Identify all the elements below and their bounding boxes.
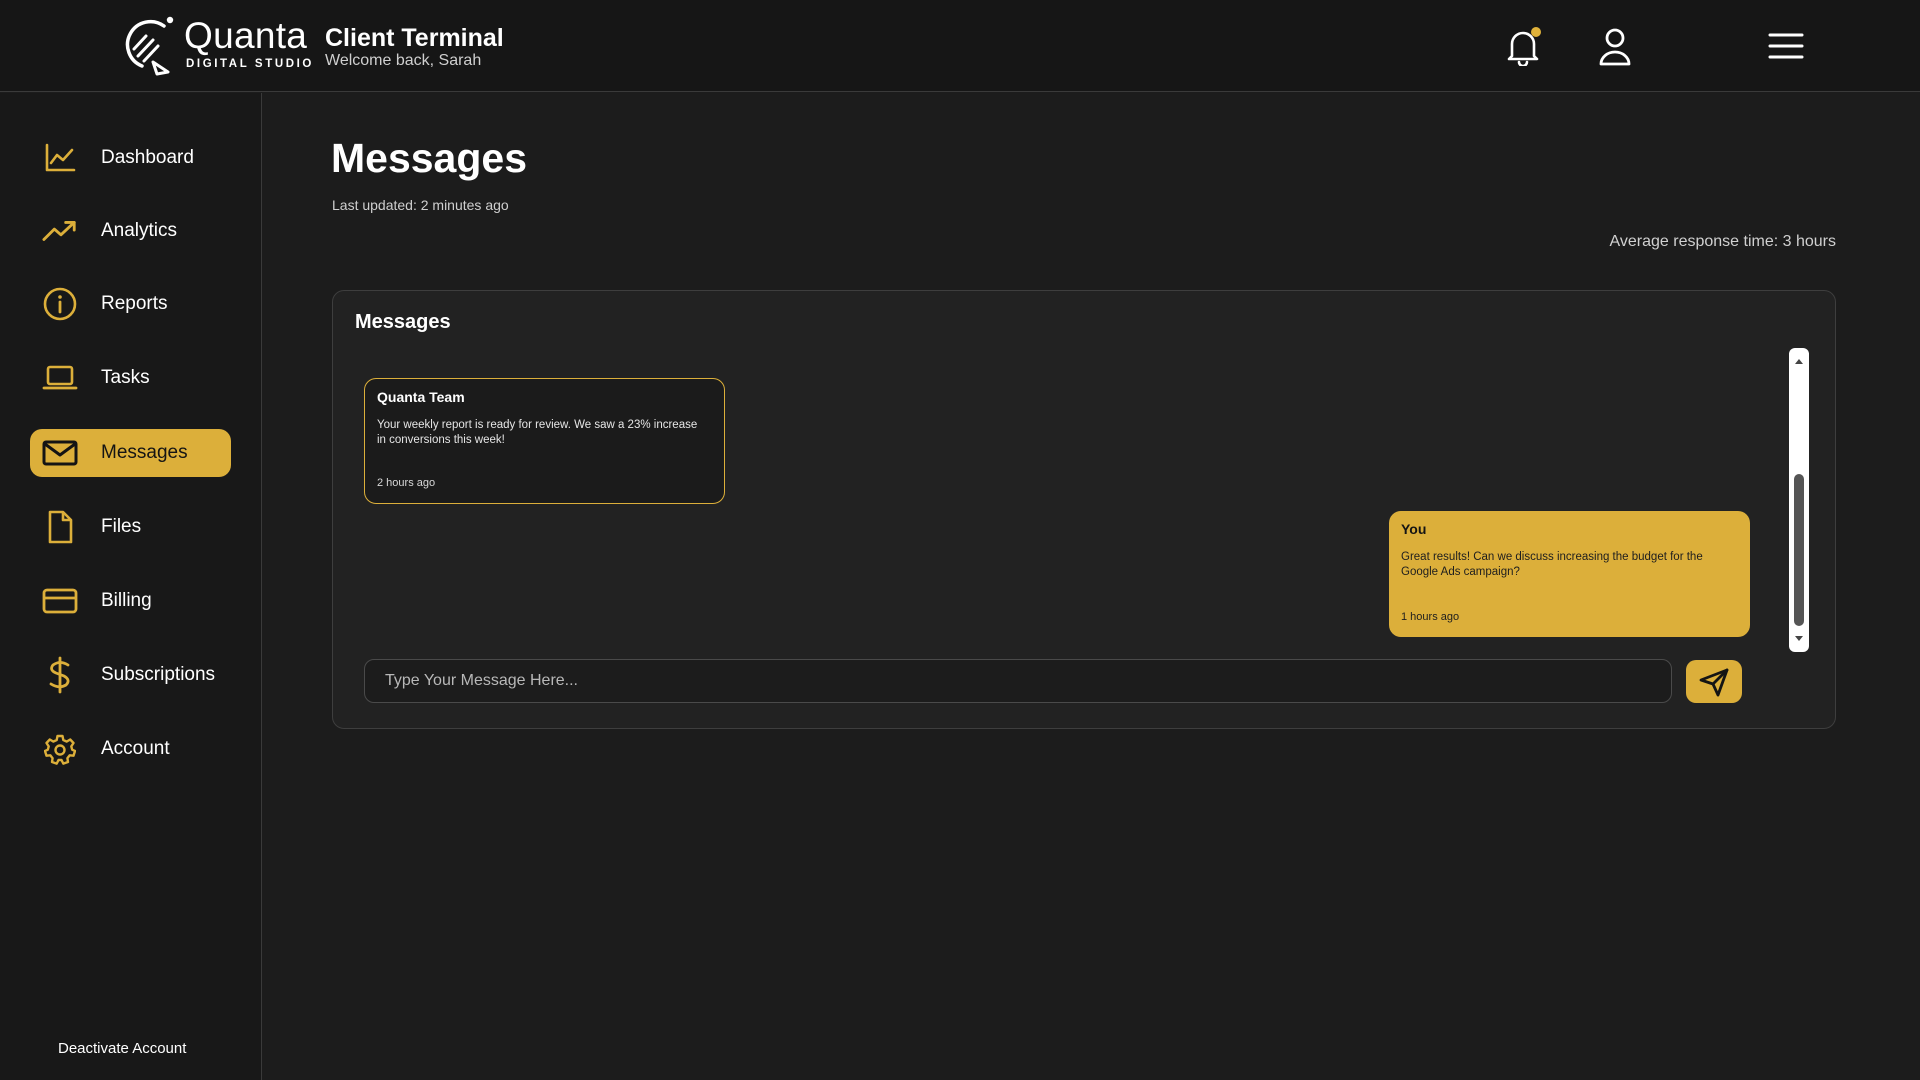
sidebar-item-label: Tasks xyxy=(101,367,150,388)
sidebar-item-label: Subscriptions xyxy=(101,664,216,685)
page-title: Messages xyxy=(331,135,528,181)
message-time: 2 hours ago xyxy=(377,477,436,489)
sidebar-item-files[interactable]: Files xyxy=(30,503,231,551)
message-bubble-incoming: Quanta Team Your weekly report is ready … xyxy=(364,378,725,504)
trending-up-icon xyxy=(42,214,78,248)
dollar-icon xyxy=(42,656,78,694)
credit-card-icon xyxy=(42,584,78,618)
mail-icon xyxy=(42,436,78,470)
sidebar-item-label: Analytics xyxy=(101,220,178,241)
line-chart-icon xyxy=(42,141,78,175)
user-icon[interactable] xyxy=(1594,26,1636,68)
laptop-icon xyxy=(42,361,78,395)
message-bubble-outgoing: You Great results! Can we discuss increa… xyxy=(1389,511,1750,637)
message-input[interactable] xyxy=(364,659,1672,703)
sidebar: Dashboard Analytics Reports Tasks Messag… xyxy=(0,93,262,1080)
brand-logo[interactable]: Quanta DIGITAL STUDIO xyxy=(120,12,311,78)
sidebar-item-label: Reports xyxy=(101,293,168,314)
panel-title: Messages xyxy=(355,311,451,333)
message-text: Great results! Can we discuss increasing… xyxy=(1401,551,1703,578)
sidebar-item-label: Messages xyxy=(101,442,188,463)
message-time: 1 hours ago xyxy=(1401,611,1460,623)
message-sender: Quanta Team xyxy=(377,389,465,405)
sidebar-item-label: Account xyxy=(101,738,170,759)
messages-panel: Messages Quanta Team Your weekly report … xyxy=(332,290,1836,729)
info-circle-icon xyxy=(42,287,78,321)
brand-name: Quanta xyxy=(184,15,308,56)
app-title: Client Terminal xyxy=(325,24,504,52)
send-button[interactable] xyxy=(1686,660,1742,703)
top-header: Quanta DIGITAL STUDIO Client Terminal We… xyxy=(0,0,1920,92)
hamburger-menu-icon[interactable] xyxy=(1762,28,1810,64)
notification-dot xyxy=(1531,27,1541,37)
sidebar-item-label: Dashboard xyxy=(101,147,194,168)
message-text: Your weekly report is ready for review. … xyxy=(377,419,698,446)
sidebar-item-analytics[interactable]: Analytics xyxy=(30,207,231,255)
average-response-time: Average response time: 3 hours xyxy=(1609,233,1837,250)
sidebar-item-billing[interactable]: Billing xyxy=(30,577,231,625)
quanta-logo-icon xyxy=(125,16,174,76)
deactivate-account-link[interactable]: Deactivate Account xyxy=(58,1040,186,1057)
sidebar-item-account[interactable]: Account xyxy=(30,725,231,773)
messages-scrollbar[interactable] xyxy=(1789,348,1809,652)
file-icon xyxy=(42,510,78,544)
gear-icon xyxy=(42,732,78,766)
brand-subtitle: DIGITAL STUDIO xyxy=(186,58,314,70)
scrollbar-thumb[interactable] xyxy=(1794,474,1804,626)
scroll-down-arrow-icon[interactable] xyxy=(1794,635,1804,643)
sidebar-item-subscriptions[interactable]: Subscriptions xyxy=(30,651,231,699)
sidebar-item-label: Files xyxy=(101,516,142,537)
scroll-up-arrow-icon[interactable] xyxy=(1794,357,1804,365)
sidebar-item-label: Billing xyxy=(101,590,152,611)
welcome-text: Welcome back, Sarah xyxy=(325,52,482,69)
sidebar-item-reports[interactable]: Reports xyxy=(30,280,231,328)
sidebar-item-tasks[interactable]: Tasks xyxy=(30,354,231,402)
sidebar-item-messages[interactable]: Messages xyxy=(30,429,231,477)
message-sender: You xyxy=(1401,521,1427,537)
last-updated-text: Last updated: 2 minutes ago xyxy=(332,197,509,213)
send-icon xyxy=(1699,668,1729,696)
sidebar-item-dashboard[interactable]: Dashboard xyxy=(30,134,231,182)
